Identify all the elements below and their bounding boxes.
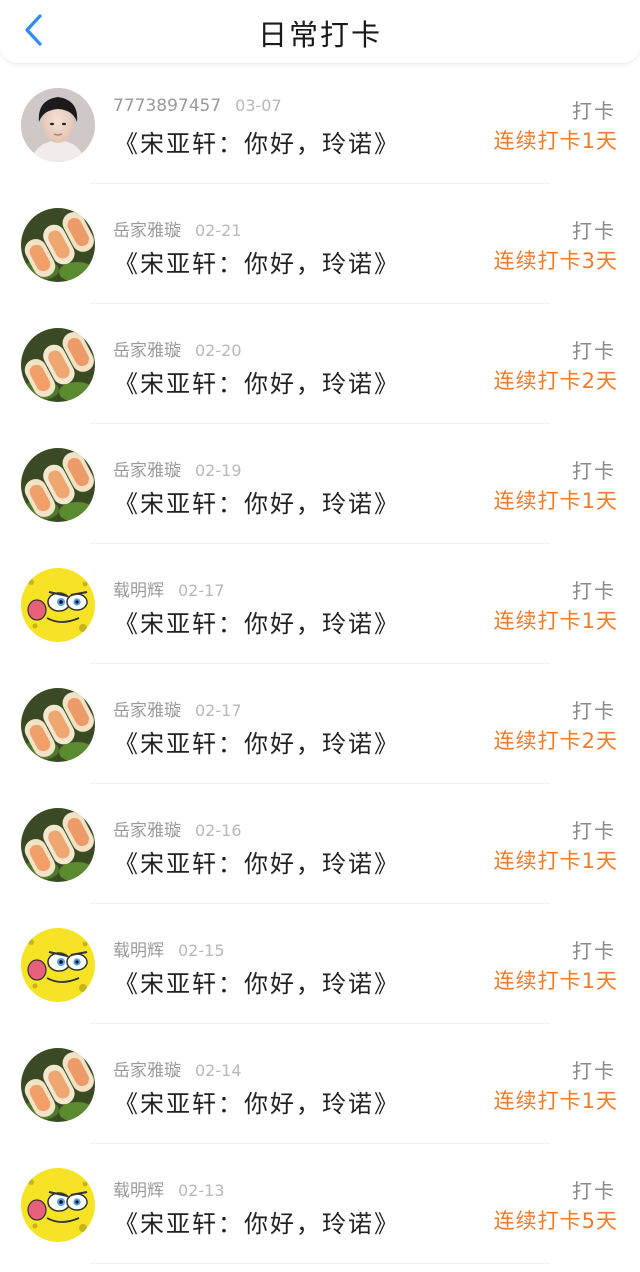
username: 岳家雅璇 — [113, 341, 181, 361]
checkin-action-label: 打卡 — [572, 939, 616, 963]
user-meta: 岳家雅璇 02-16 — [113, 816, 242, 841]
avatar[interactable] — [21, 688, 95, 762]
username: 岳家雅璇 — [113, 1061, 181, 1081]
checkin-row[interactable]: 岳家雅璇 02-17 《宋亚轩：你好，玲诺》 打卡 连续打卡2天 — [0, 664, 640, 784]
page-title: 日常打卡 — [257, 18, 382, 52]
checkin-date: 02-20 — [195, 341, 242, 360]
user-meta: 岳家雅璇 02-19 — [113, 456, 242, 481]
checkin-row[interactable]: 载明辉 02-17 《宋亚轩：你好，玲诺》 打卡 连续打卡1天 — [0, 544, 640, 664]
username: 载明辉 — [113, 941, 164, 961]
checkin-action-label: 打卡 — [572, 219, 616, 243]
checkin-row[interactable]: 载明辉 02-13 《宋亚轩：你好，玲诺》 打卡 连续打卡5天 — [0, 1144, 640, 1264]
checkin-list: 7773897457 03-07 《宋亚轩：你好，玲诺》 打卡 连续打卡1天 岳家… — [0, 64, 640, 1264]
checkin-row[interactable]: 载明辉 02-15 《宋亚轩：你好，玲诺》 打卡 连续打卡1天 — [0, 904, 640, 1024]
checkin-row[interactable]: 岳家雅璇 02-20 《宋亚轩：你好，玲诺》 打卡 连续打卡2天 — [0, 304, 640, 424]
checkin-action-label: 打卡 — [572, 339, 616, 363]
checkin-content: 《宋亚轩：你好，玲诺》 — [114, 730, 400, 758]
checkin-date: 02-14 — [195, 1061, 242, 1080]
streak-label: 连续打卡2天 — [493, 369, 618, 393]
avatar[interactable] — [21, 448, 95, 522]
checkin-date: 02-17 — [195, 701, 242, 720]
checkin-action-label: 打卡 — [572, 1059, 616, 1083]
checkin-action-label: 打卡 — [572, 699, 616, 723]
checkin-action-label: 打卡 — [572, 1179, 616, 1203]
username: 载明辉 — [113, 581, 164, 601]
streak-label: 连续打卡1天 — [493, 1089, 618, 1113]
avatar[interactable] — [21, 1048, 95, 1122]
checkin-row[interactable]: 岳家雅璇 02-16 《宋亚轩：你好，玲诺》 打卡 连续打卡1天 — [0, 784, 640, 904]
checkin-content: 《宋亚轩：你好，玲诺》 — [114, 970, 400, 998]
checkin-date: 02-21 — [195, 221, 242, 240]
user-meta: 载明辉 02-17 — [113, 576, 225, 601]
checkin-content: 《宋亚轩：你好，玲诺》 — [114, 850, 400, 878]
user-meta: 载明辉 02-13 — [113, 1176, 225, 1201]
checkin-row[interactable]: 岳家雅璇 02-19 《宋亚轩：你好，玲诺》 打卡 连续打卡1天 — [0, 424, 640, 544]
username: 载明辉 — [113, 1181, 164, 1201]
streak-label: 连续打卡2天 — [493, 729, 618, 753]
checkin-content: 《宋亚轩：你好，玲诺》 — [114, 130, 400, 158]
streak-label: 连续打卡1天 — [493, 129, 618, 153]
streak-label: 连续打卡1天 — [493, 969, 618, 993]
checkin-action-label: 打卡 — [572, 459, 616, 483]
checkin-action-label: 打卡 — [572, 99, 616, 123]
avatar[interactable] — [21, 208, 95, 282]
checkin-row[interactable]: 7773897457 03-07 《宋亚轩：你好，玲诺》 打卡 连续打卡1天 — [0, 64, 640, 184]
checkin-content: 《宋亚轩：你好，玲诺》 — [114, 1090, 400, 1118]
avatar[interactable] — [21, 808, 95, 882]
checkin-content: 《宋亚轩：你好，玲诺》 — [114, 250, 400, 278]
checkin-content: 《宋亚轩：你好，玲诺》 — [114, 370, 400, 398]
user-meta: 岳家雅璇 02-20 — [113, 336, 242, 361]
user-meta: 岳家雅璇 02-17 — [113, 696, 242, 721]
avatar[interactable] — [21, 568, 95, 642]
user-meta: 7773897457 03-07 — [113, 96, 282, 116]
checkin-row[interactable]: 岳家雅璇 02-21 《宋亚轩：你好，玲诺》 打卡 连续打卡3天 — [0, 184, 640, 304]
checkin-content: 《宋亚轩：你好，玲诺》 — [114, 490, 400, 518]
checkin-date: 02-19 — [195, 461, 242, 480]
checkin-date: 02-13 — [178, 1181, 225, 1200]
avatar[interactable] — [21, 88, 95, 162]
username: 岳家雅璇 — [113, 221, 181, 241]
user-meta: 载明辉 02-15 — [113, 936, 225, 961]
username: 7773897457 — [113, 96, 222, 116]
row-divider — [90, 1263, 550, 1264]
checkin-row[interactable]: 岳家雅璇 02-14 《宋亚轩：你好，玲诺》 打卡 连续打卡1天 — [0, 1024, 640, 1144]
streak-label: 连续打卡1天 — [493, 849, 618, 873]
user-meta: 岳家雅璇 02-21 — [113, 216, 242, 241]
checkin-content: 《宋亚轩：你好，玲诺》 — [114, 1210, 400, 1238]
avatar[interactable] — [21, 1168, 95, 1242]
streak-label: 连续打卡3天 — [493, 249, 618, 273]
username: 岳家雅璇 — [113, 461, 181, 481]
checkin-date: 02-17 — [178, 581, 225, 600]
streak-label: 连续打卡1天 — [493, 609, 618, 633]
checkin-content: 《宋亚轩：你好，玲诺》 — [114, 610, 400, 638]
avatar[interactable] — [21, 928, 95, 1002]
streak-label: 连续打卡5天 — [493, 1209, 618, 1233]
top-nav-bar: 日常打卡 — [0, 0, 640, 64]
avatar[interactable] — [21, 328, 95, 402]
checkin-action-label: 打卡 — [572, 579, 616, 603]
user-meta: 岳家雅璇 02-14 — [113, 1056, 242, 1081]
checkin-date: 02-15 — [178, 941, 225, 960]
username: 岳家雅璇 — [113, 821, 181, 841]
checkin-action-label: 打卡 — [572, 819, 616, 843]
streak-label: 连续打卡1天 — [493, 489, 618, 513]
username: 岳家雅璇 — [113, 701, 181, 721]
checkin-date: 02-16 — [195, 821, 242, 840]
checkin-date: 03-07 — [235, 96, 282, 115]
